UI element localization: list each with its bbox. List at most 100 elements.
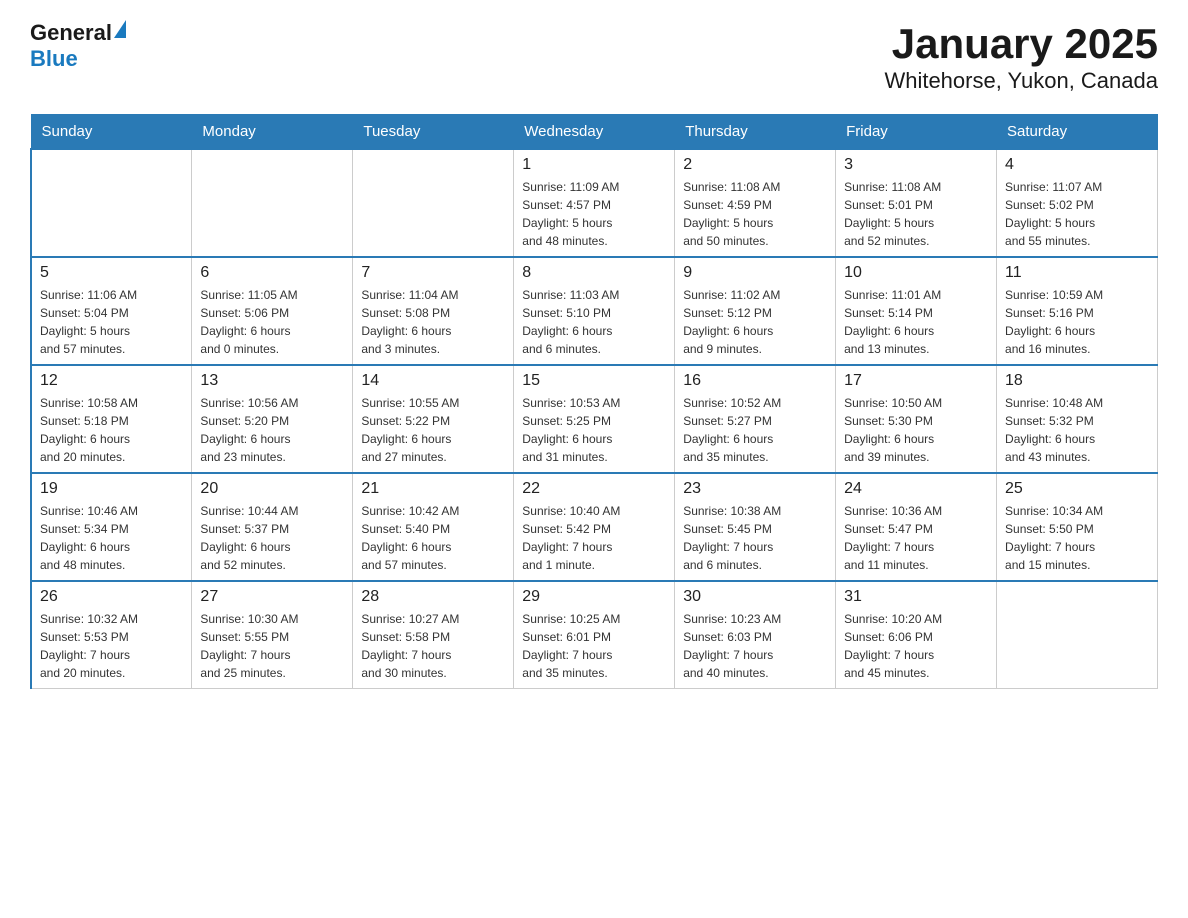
day-number: 21 (361, 480, 505, 498)
day-info: Sunrise: 10:25 AM Sunset: 6:01 PM Daylig… (522, 610, 666, 682)
day-info: Sunrise: 10:59 AM Sunset: 5:16 PM Daylig… (1005, 286, 1149, 358)
day-number: 2 (683, 156, 827, 174)
calendar-cell: 7Sunrise: 11:04 AM Sunset: 5:08 PM Dayli… (353, 257, 514, 365)
day-info: Sunrise: 11:04 AM Sunset: 5:08 PM Daylig… (361, 286, 505, 358)
day-number: 26 (40, 588, 183, 606)
day-info: Sunrise: 10:36 AM Sunset: 5:47 PM Daylig… (844, 502, 988, 574)
calendar-cell: 15Sunrise: 10:53 AM Sunset: 5:25 PM Dayl… (514, 365, 675, 473)
day-number: 31 (844, 588, 988, 606)
day-number: 11 (1005, 264, 1149, 282)
day-info: Sunrise: 11:05 AM Sunset: 5:06 PM Daylig… (200, 286, 344, 358)
day-info: Sunrise: 10:58 AM Sunset: 5:18 PM Daylig… (40, 394, 183, 466)
logo: General Blue (30, 20, 126, 72)
calendar-cell: 24Sunrise: 10:36 AM Sunset: 5:47 PM Dayl… (836, 473, 997, 581)
header-row: SundayMondayTuesdayWednesdayThursdayFrid… (31, 115, 1158, 150)
day-info: Sunrise: 10:30 AM Sunset: 5:55 PM Daylig… (200, 610, 344, 682)
calendar-cell: 18 Sunrise: 10:48 AM Sunset: 5:32 PM Dayl… (997, 365, 1158, 473)
day-number: 16 (683, 372, 827, 390)
day-info: Sunrise: 10:32 AM Sunset: 5:53 PM Daylig… (40, 610, 183, 682)
day-info: Sunrise: 10:55 AM Sunset: 5:22 PM Daylig… (361, 394, 505, 466)
day-number: 3 (844, 156, 988, 174)
day-number: 30 (683, 588, 827, 606)
header-cell-friday: Friday (836, 115, 997, 150)
day-info: Sunrise: 11:08 AM Sunset: 4:59 PM Daylig… (683, 178, 827, 250)
calendar-title: January 2025 (884, 20, 1158, 68)
calendar-cell: 12 Sunrise: 10:58 AM Sunset: 5:18 PM Dayl… (31, 365, 192, 473)
calendar-cell: 28 Sunrise: 10:27 AM Sunset: 5:58 PM Dayl… (353, 581, 514, 689)
day-info: Sunrise: 10:56 AM Sunset: 5:20 PM Daylig… (200, 394, 344, 466)
day-info: Sunrise: 11:01 AM Sunset: 5:14 PM Daylig… (844, 286, 988, 358)
calendar-body: 1Sunrise: 11:09 AM Sunset: 4:57 PM Dayli… (31, 149, 1158, 689)
calendar-cell: 5 Sunrise: 11:06 AM Sunset: 5:04 PM Dayli… (31, 257, 192, 365)
day-number: 18 (1005, 372, 1149, 390)
day-number: 8 (522, 264, 666, 282)
calendar-cell (997, 581, 1158, 689)
day-number: 15 (522, 372, 666, 390)
day-number: 13 (200, 372, 344, 390)
calendar-cell: 2 Sunrise: 11:08 AM Sunset: 4:59 PM Dayli… (675, 149, 836, 257)
calendar-cell: 19 Sunrise: 10:46 AM Sunset: 5:34 PM Dayl… (31, 473, 192, 581)
day-number: 17 (844, 372, 988, 390)
calendar-cell (353, 149, 514, 257)
calendar-cell: 26 Sunrise: 10:32 AM Sunset: 5:53 PM Dayl… (31, 581, 192, 689)
day-number: 25 (1005, 480, 1149, 498)
week-row-5: 26 Sunrise: 10:32 AM Sunset: 5:53 PM Dayl… (31, 581, 1158, 689)
header-cell-sunday: Sunday (31, 115, 192, 150)
day-info: Sunrise: 10:20 AM Sunset: 6:06 PM Daylig… (844, 610, 988, 682)
calendar-cell: 23 Sunrise: 10:38 AM Sunset: 5:45 PM Dayl… (675, 473, 836, 581)
calendar-cell: 9 Sunrise: 11:02 AM Sunset: 5:12 PM Dayli… (675, 257, 836, 365)
logo-blue-text: Blue (30, 46, 78, 71)
header-cell-tuesday: Tuesday (353, 115, 514, 150)
day-number: 29 (522, 588, 666, 606)
day-number: 27 (200, 588, 344, 606)
page-header: General Blue January 2025 Whitehorse, Yu… (30, 20, 1158, 94)
calendar-cell: 4Sunrise: 11:07 AM Sunset: 5:02 PM Dayli… (997, 149, 1158, 257)
logo-general-text: General (30, 20, 112, 45)
day-number: 10 (844, 264, 988, 282)
day-info: Sunrise: 10:52 AM Sunset: 5:27 PM Daylig… (683, 394, 827, 466)
calendar-cell: 20 Sunrise: 10:44 AM Sunset: 5:37 PM Dayl… (192, 473, 353, 581)
day-info: Sunrise: 10:27 AM Sunset: 5:58 PM Daylig… (361, 610, 505, 682)
day-number: 6 (200, 264, 344, 282)
day-info: Sunrise: 10:50 AM Sunset: 5:30 PM Daylig… (844, 394, 988, 466)
logo-triangle-icon (114, 20, 126, 38)
day-info: Sunrise: 11:07 AM Sunset: 5:02 PM Daylig… (1005, 178, 1149, 250)
calendar-cell: 11 Sunrise: 10:59 AM Sunset: 5:16 PM Dayl… (997, 257, 1158, 365)
calendar-cell: 13 Sunrise: 10:56 AM Sunset: 5:20 PM Dayl… (192, 365, 353, 473)
day-number: 19 (40, 480, 183, 498)
day-number: 9 (683, 264, 827, 282)
calendar-cell: 8 Sunrise: 11:03 AM Sunset: 5:10 PM Dayli… (514, 257, 675, 365)
day-info: Sunrise: 10:44 AM Sunset: 5:37 PM Daylig… (200, 502, 344, 574)
calendar-cell: 27 Sunrise: 10:30 AM Sunset: 5:55 PM Dayl… (192, 581, 353, 689)
calendar-cell: 16 Sunrise: 10:52 AM Sunset: 5:27 PM Dayl… (675, 365, 836, 473)
calendar-cell (31, 149, 192, 257)
day-number: 12 (40, 372, 183, 390)
calendar-cell: 1Sunrise: 11:09 AM Sunset: 4:57 PM Dayli… (514, 149, 675, 257)
calendar-cell: 6 Sunrise: 11:05 AM Sunset: 5:06 PM Dayli… (192, 257, 353, 365)
day-number: 28 (361, 588, 505, 606)
header-cell-wednesday: Wednesday (514, 115, 675, 150)
title-block: January 2025 Whitehorse, Yukon, Canada (884, 20, 1158, 94)
day-number: 20 (200, 480, 344, 498)
day-info: Sunrise: 11:02 AM Sunset: 5:12 PM Daylig… (683, 286, 827, 358)
day-info: Sunrise: 10:46 AM Sunset: 5:34 PM Daylig… (40, 502, 183, 574)
calendar-cell: 29 Sunrise: 10:25 AM Sunset: 6:01 PM Dayl… (514, 581, 675, 689)
day-info: Sunrise: 10:34 AM Sunset: 5:50 PM Daylig… (1005, 502, 1149, 574)
day-number: 5 (40, 264, 183, 282)
day-info: Sunrise: 10:40 AM Sunset: 5:42 PM Daylig… (522, 502, 666, 574)
calendar-cell: 3Sunrise: 11:08 AM Sunset: 5:01 PM Dayli… (836, 149, 997, 257)
day-info: Sunrise: 10:48 AM Sunset: 5:32 PM Daylig… (1005, 394, 1149, 466)
calendar-cell: 30Sunrise: 10:23 AM Sunset: 6:03 PM Dayl… (675, 581, 836, 689)
calendar-table: SundayMondayTuesdayWednesdayThursdayFrid… (30, 114, 1158, 689)
calendar-cell: 14Sunrise: 10:55 AM Sunset: 5:22 PM Dayl… (353, 365, 514, 473)
day-info: Sunrise: 11:06 AM Sunset: 5:04 PM Daylig… (40, 286, 183, 358)
calendar-cell (192, 149, 353, 257)
header-cell-saturday: Saturday (997, 115, 1158, 150)
day-number: 22 (522, 480, 666, 498)
day-info: Sunrise: 10:38 AM Sunset: 5:45 PM Daylig… (683, 502, 827, 574)
week-row-1: 1Sunrise: 11:09 AM Sunset: 4:57 PM Dayli… (31, 149, 1158, 257)
calendar-cell: 21Sunrise: 10:42 AM Sunset: 5:40 PM Dayl… (353, 473, 514, 581)
day-info: Sunrise: 11:03 AM Sunset: 5:10 PM Daylig… (522, 286, 666, 358)
day-number: 23 (683, 480, 827, 498)
header-cell-monday: Monday (192, 115, 353, 150)
